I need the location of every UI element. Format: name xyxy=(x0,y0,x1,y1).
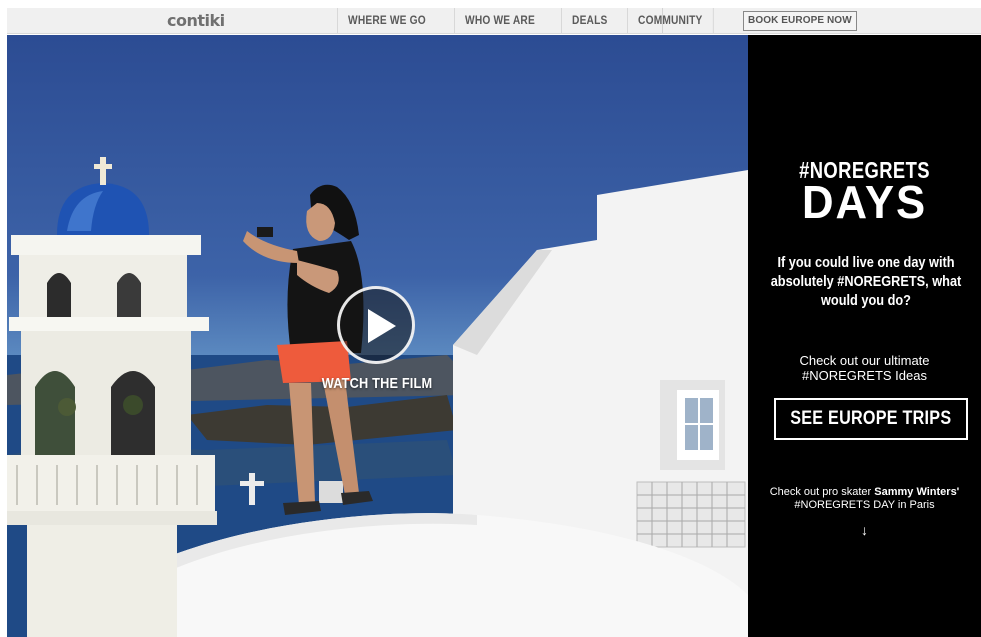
panel-question: If you could live one day with absolutel… xyxy=(770,254,962,309)
nav-where-we-go[interactable]: WHERE WE GO xyxy=(337,8,436,33)
watch-the-film-label[interactable]: WATCH THE FILM xyxy=(318,375,437,392)
hero-image: WATCH THE FILM xyxy=(7,35,748,637)
panel-skater-text[interactable]: Check out pro skater Sammy Winters' #NOR… xyxy=(748,486,981,512)
nav-who-we-are[interactable]: WHO WE ARE xyxy=(453,8,545,33)
panel-title-line2: DAYS xyxy=(801,176,928,228)
ideas-line1: Check out our ultimate xyxy=(799,353,930,368)
see-europe-trips-button[interactable]: SEE EUROPE TRIPS xyxy=(774,398,968,440)
foot-name: Sammy Winters' xyxy=(874,486,960,498)
see-europe-trips-label: SEE EUROPE TRIPS xyxy=(790,408,952,429)
nav-deals[interactable]: DEALS xyxy=(560,8,618,33)
book-europe-now-button[interactable]: BOOK EUROPE NOW xyxy=(743,11,857,31)
nav-divider xyxy=(662,8,663,33)
top-nav-bar: contiki WHERE WE GO WHO WE ARE DEALS COM… xyxy=(7,8,981,34)
ideas-line2[interactable]: #NOREGRETS Ideas xyxy=(748,368,981,383)
main-nav: WHERE WE GO WHO WE ARE DEALS COMMUNITY xyxy=(337,8,729,33)
foot-suffix: #NOREGRETS DAY in Paris xyxy=(794,499,935,511)
play-icon xyxy=(368,309,396,343)
arrow-down-icon[interactable]: ↓ xyxy=(748,522,981,538)
promo-panel: #NOREGRETS DAYS If you could live one da… xyxy=(748,35,981,637)
panel-ideas-text: Check out our ultimate #NOREGRETS Ideas xyxy=(748,353,981,383)
foot-prefix: Check out pro skater xyxy=(769,486,872,498)
nav-community[interactable]: COMMUNITY xyxy=(627,8,714,33)
play-video-button[interactable] xyxy=(337,286,415,364)
contiki-logo[interactable]: contiki xyxy=(167,11,225,30)
